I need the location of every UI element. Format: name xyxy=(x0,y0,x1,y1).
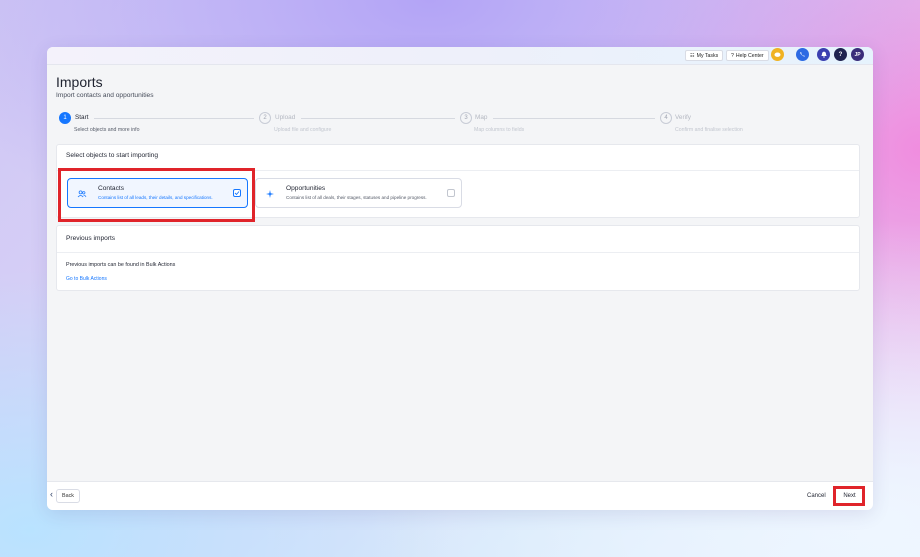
step-2-title: Upload xyxy=(275,114,296,121)
footer-bar: ‹ Back Cancel Next xyxy=(47,481,873,510)
my-tasks-button[interactable]: ☷ My Tasks xyxy=(685,50,724,61)
opportunities-option[interactable]: Opportunities Contains list of all deals… xyxy=(255,178,462,208)
page-subtitle: Import contacts and opportunities xyxy=(56,92,154,99)
previous-imports-card: Previous imports Previous imports can be… xyxy=(56,225,860,291)
top-bar: ☷ My Tasks ? Help Center ? JP xyxy=(47,47,873,65)
highlight-box xyxy=(58,168,255,222)
step-2-number: 2 xyxy=(259,112,271,124)
highlight-box xyxy=(833,486,865,506)
opportunities-description: Contains list of all deals, their stages… xyxy=(286,195,427,200)
avatar-initials: JP xyxy=(854,51,861,58)
help-icon[interactable]: ? xyxy=(834,48,847,61)
cancel-button[interactable]: Cancel xyxy=(807,493,826,499)
opportunities-checkbox[interactable] xyxy=(447,189,455,197)
step-3-description: Map columns to fields xyxy=(474,127,525,133)
select-objects-heading: Select objects to start importing xyxy=(66,152,158,159)
step-connector xyxy=(94,118,254,119)
step-4-title: Verify xyxy=(675,114,691,121)
step-1-description: Select objects and more info xyxy=(74,127,140,133)
step-4-number: 4 xyxy=(660,112,672,124)
tasks-icon: ☷ xyxy=(690,52,695,59)
bulk-actions-link[interactable]: Go to Bulk Actions xyxy=(66,276,107,282)
back-button[interactable]: Back xyxy=(56,489,80,503)
step-connector xyxy=(493,118,655,119)
divider xyxy=(57,252,859,253)
bell-icon[interactable] xyxy=(817,48,830,61)
avatar[interactable]: JP xyxy=(851,48,864,61)
step-2-description: Upload file and configure xyxy=(274,127,332,133)
chat-icon[interactable] xyxy=(771,48,784,61)
step-4-description: Confirm and finalise selection xyxy=(675,127,743,133)
step-3-number: 3 xyxy=(460,112,472,124)
step-3-title: Map xyxy=(475,114,488,121)
previous-imports-heading: Previous imports xyxy=(66,235,116,242)
help-center-button[interactable]: ? Help Center xyxy=(726,50,769,61)
previous-imports-text: Previous imports can be found in Bulk Ac… xyxy=(66,262,176,268)
question-icon: ? xyxy=(731,52,734,59)
sparkle-icon xyxy=(266,190,274,198)
help-center-label: Help Center xyxy=(735,52,764,59)
step-1-title: Start xyxy=(75,114,89,121)
step-1-number: 1 xyxy=(59,112,71,124)
imports-window: ☷ My Tasks ? Help Center ? JP Imports Im… xyxy=(47,47,873,510)
page-title: Imports xyxy=(56,74,103,90)
opportunities-title: Opportunities xyxy=(286,185,326,192)
my-tasks-label: My Tasks xyxy=(696,52,719,59)
back-label: Back xyxy=(62,493,74,499)
step-connector xyxy=(301,118,455,119)
phone-icon[interactable] xyxy=(796,48,809,61)
chevron-left-icon[interactable]: ‹ xyxy=(50,489,53,499)
